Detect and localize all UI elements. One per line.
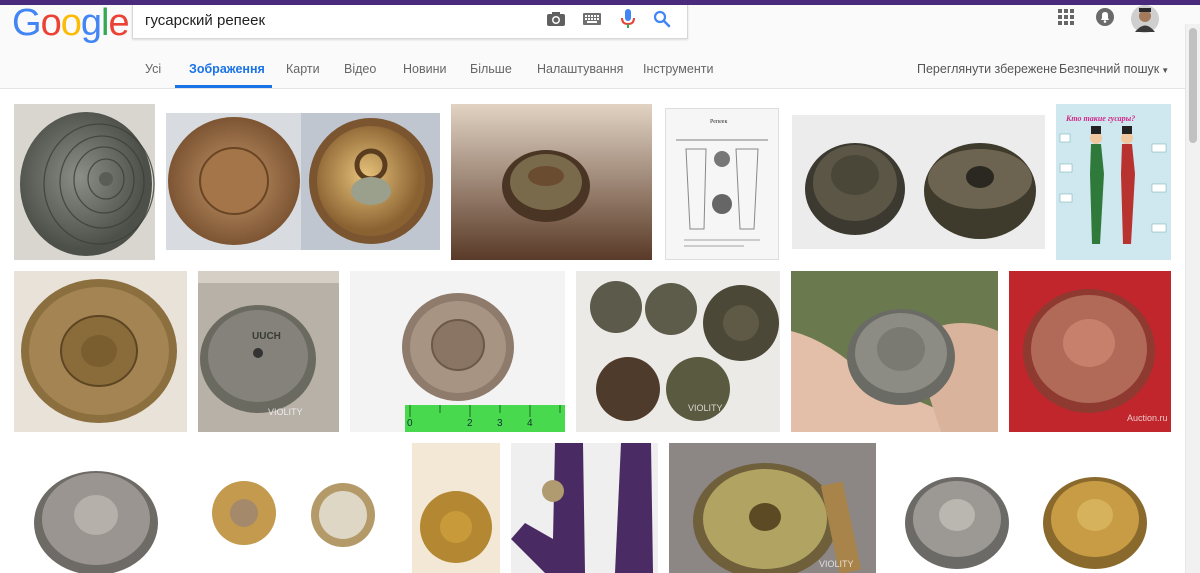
header: Google Усі Зображення Карти Відео Новини…: [0, 2, 1200, 89]
search-icon[interactable]: [651, 8, 673, 30]
active-tab-indicator: [175, 85, 272, 88]
image-result[interactable]: [451, 104, 652, 260]
camera-icon[interactable]: [545, 8, 567, 30]
saved-link[interactable]: Переглянути збережене: [917, 62, 1057, 76]
logo-letter: o: [60, 2, 82, 44]
dropdown-arrow-icon: ▼: [1161, 66, 1170, 75]
ruler-digit: 0: [407, 418, 413, 429]
ruler-digit: 4: [527, 418, 533, 429]
image-result[interactable]: [14, 271, 187, 432]
image-result[interactable]: [14, 104, 155, 260]
poster-title: Кто такие гусары?: [1066, 114, 1136, 123]
tab-bar: Усі Зображення Карти Відео Новини Більше…: [0, 55, 1200, 88]
logo-letter: o: [40, 2, 62, 44]
image-result[interactable]: VIOLITY: [669, 443, 876, 573]
microphone-icon[interactable]: [617, 8, 639, 30]
keyboard-icon[interactable]: [581, 8, 603, 30]
logo-letter: l: [100, 2, 110, 44]
image-result[interactable]: 0 2 3 4: [350, 271, 565, 432]
logo-letter: e: [108, 2, 129, 44]
ruler-digit: 2: [467, 418, 473, 429]
image-result[interactable]: [412, 443, 500, 573]
page-scrollbar[interactable]: [1185, 24, 1200, 573]
image-result[interactable]: Репеек: [665, 108, 779, 260]
tab-more[interactable]: Більше: [470, 62, 512, 76]
tab-news[interactable]: Новини: [403, 62, 447, 76]
tab-tools[interactable]: Інструменти: [643, 62, 713, 76]
image-result[interactable]: UUCH VIOLITY: [198, 271, 339, 432]
tab-all[interactable]: Усі: [145, 62, 161, 76]
tab-maps[interactable]: Карти: [286, 62, 320, 76]
ruler-digit: 3: [497, 418, 503, 429]
image-result[interactable]: VIOLITY: [576, 271, 780, 432]
document-title: Репеек: [710, 119, 728, 125]
scrollbar-thumb[interactable]: [1189, 28, 1197, 143]
notifications-icon[interactable]: [1096, 8, 1114, 31]
search-box[interactable]: [132, 5, 688, 39]
watermark-text: VIOLITY: [268, 407, 303, 417]
watermark-text: Auction.ru: [1127, 413, 1168, 423]
tab-video[interactable]: Відео: [344, 62, 376, 76]
image-result[interactable]: [792, 115, 1045, 249]
tab-images[interactable]: Зображення: [189, 62, 265, 76]
search-input[interactable]: [143, 7, 537, 33]
logo-letter: g: [80, 2, 102, 44]
button-inscription: UUCH: [252, 331, 281, 342]
image-result[interactable]: Auction.ru: [1009, 271, 1171, 432]
safe-search-label: Безпечний пошук: [1059, 62, 1160, 76]
apps-grid-icon[interactable]: [1058, 9, 1074, 30]
account-avatar[interactable]: [1131, 5, 1159, 38]
watermark-text: VIOLITY: [688, 403, 723, 413]
watermark-text: VIOLITY: [819, 559, 854, 569]
image-result[interactable]: [791, 271, 998, 432]
image-result[interactable]: [887, 443, 1171, 573]
logo-letter: G: [12, 2, 42, 44]
image-result[interactable]: [14, 443, 187, 573]
google-logo[interactable]: Google: [12, 2, 130, 44]
image-result[interactable]: [198, 443, 399, 573]
image-result[interactable]: Кто такие гусары?: [1056, 104, 1171, 260]
tab-settings[interactable]: Налаштування: [537, 62, 623, 76]
safe-search-toggle[interactable]: Безпечний пошук ▼: [1059, 62, 1169, 76]
image-result[interactable]: [166, 113, 440, 250]
image-result[interactable]: [511, 443, 658, 573]
